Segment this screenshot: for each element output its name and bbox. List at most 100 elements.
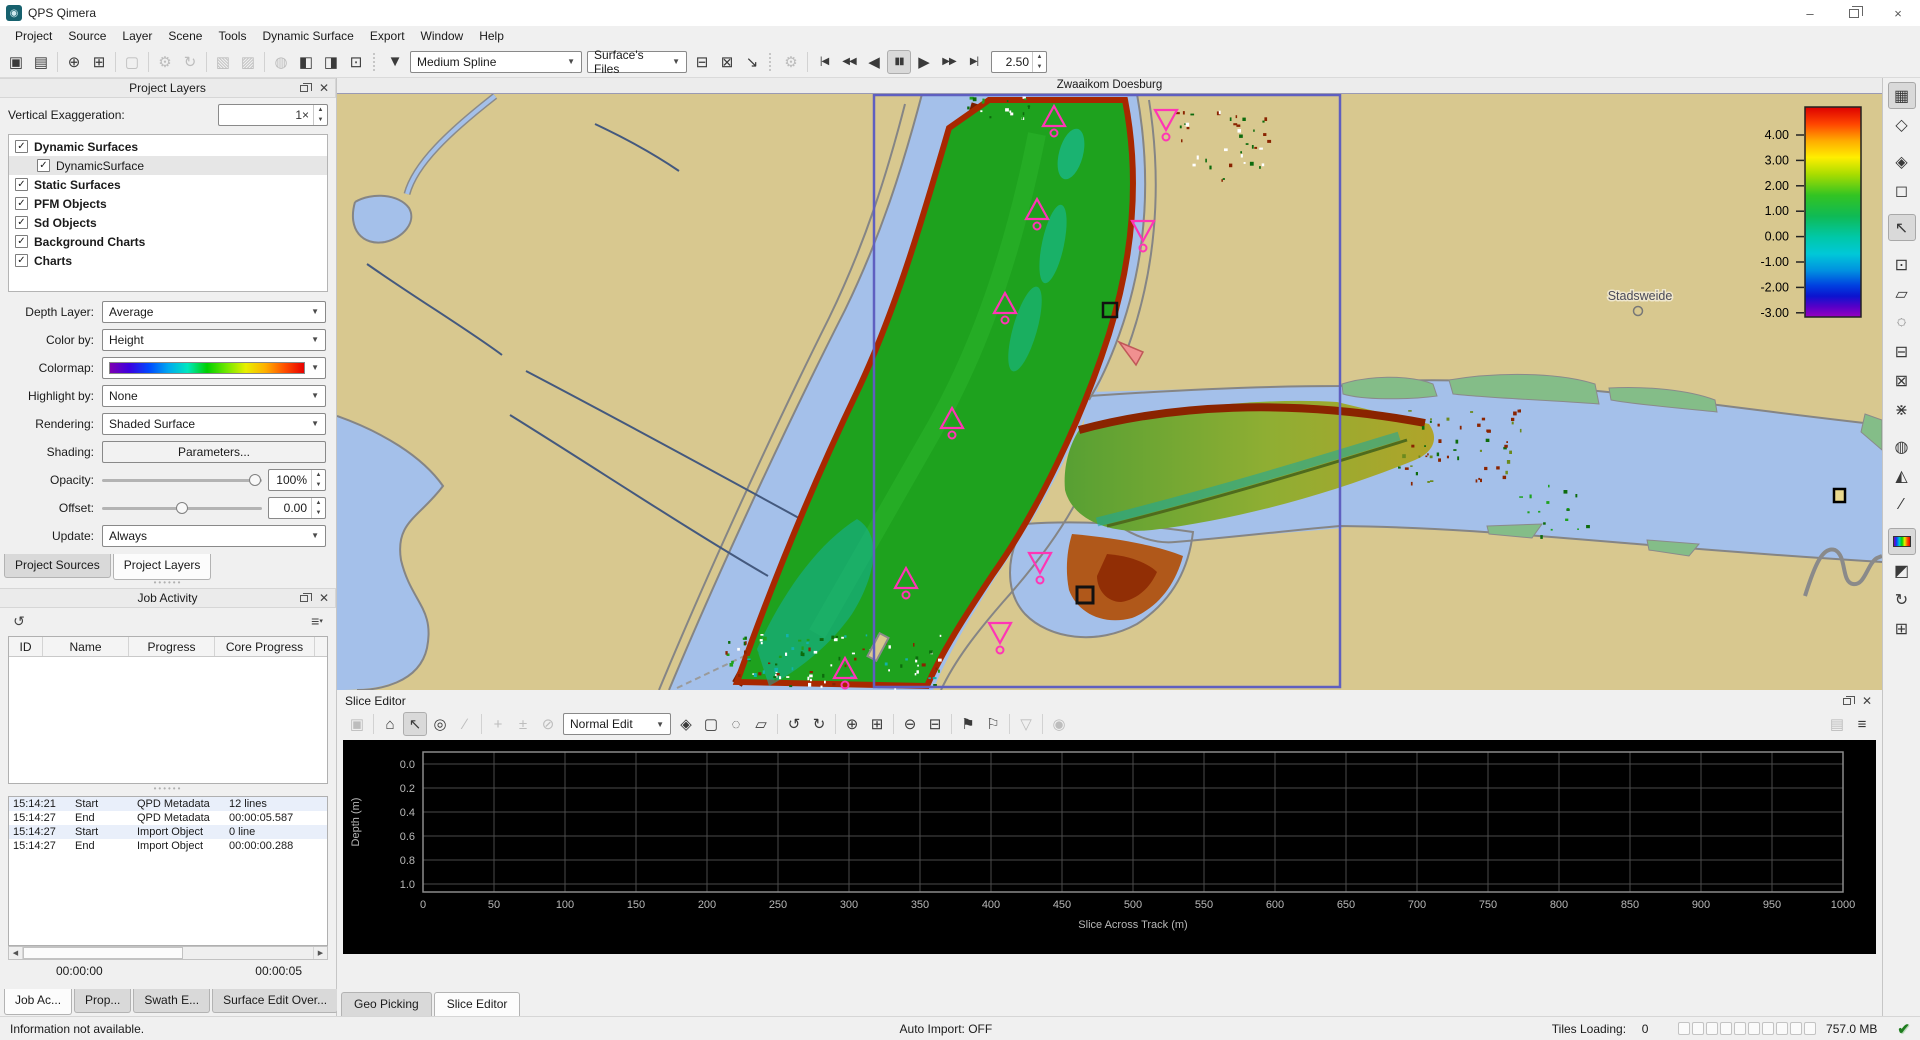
update-select[interactable]: Always▼ [102, 525, 326, 547]
menu-item-scene[interactable]: Scene [161, 27, 209, 45]
pick-circle-icon[interactable]: ⊘ [536, 712, 560, 736]
column-header-core-progress[interactable]: Core Progress [215, 637, 315, 656]
spline-filter-select[interactable]: Medium Spline ▼ [410, 51, 582, 73]
redo-icon[interactable]: ↻ [807, 712, 831, 736]
tab-swath-e[interactable]: Swath E... [133, 989, 210, 1013]
flag-forward-icon[interactable]: ⚑ [956, 712, 980, 736]
plan-view-icon[interactable]: ▦ [1888, 82, 1916, 109]
menu-item-export[interactable]: Export [363, 27, 412, 45]
swath-tool-icon[interactable]: ◨ [319, 50, 343, 74]
select-lasso-icon[interactable]: ◌ [724, 712, 748, 736]
layer-tree-item[interactable]: ✓Sd Objects [9, 213, 327, 232]
area-edit-icon[interactable]: ⊡ [344, 50, 368, 74]
polygon-select-icon[interactable]: ▱ [1888, 280, 1916, 307]
layer-checkbox[interactable]: ✓ [15, 216, 28, 229]
log-entry[interactable]: 15:14:27EndQPD Metadata00:00:05.587 [9, 811, 327, 825]
home-view-icon[interactable]: ⌂ [378, 712, 402, 736]
point-select-icon[interactable]: ⊡ [1888, 251, 1916, 278]
minimize-button[interactable]: – [1788, 0, 1832, 26]
tab-surface-edit-over[interactable]: Surface Edit Over... [212, 989, 338, 1013]
go-first-button[interactable]: |◀ [812, 50, 836, 74]
panel-splitter[interactable]: •••••• [0, 580, 336, 588]
scroll-right-icon[interactable]: ▶ [313, 947, 327, 959]
layer-tree-item[interactable]: ✓Dynamic Surfaces [9, 137, 327, 156]
layer-checkbox[interactable]: ✓ [15, 254, 28, 267]
layer-checkbox[interactable]: ✓ [15, 140, 28, 153]
map-canvas[interactable]: Stadsweide 4.003.002.001.000.00-1.00-2.0… [337, 94, 1882, 690]
float-panel-button[interactable] [1838, 693, 1856, 709]
highlight-by-select[interactable]: None▼ [102, 385, 326, 407]
close-panel-button[interactable]: ✕ [315, 80, 333, 96]
export-slice-icon[interactable]: ▤ [1825, 712, 1849, 736]
column-header-name[interactable]: Name [43, 637, 129, 656]
tab-project-sources[interactable]: Project Sources [4, 554, 111, 578]
undo-icon[interactable]: ↺ [782, 712, 806, 736]
float-panel-button[interactable] [295, 590, 313, 606]
menu-item-project[interactable]: Project [8, 27, 59, 45]
scroll-left-icon[interactable]: ◀ [9, 947, 23, 959]
drag-handle[interactable] [373, 53, 378, 71]
pick-snap-icon[interactable]: ± [511, 712, 535, 736]
commit-surface-icon[interactable]: ▧ [211, 50, 235, 74]
spinner-arrows[interactable]: ▲▼ [313, 105, 327, 125]
accept-soundings-icon[interactable]: ⊕ [840, 712, 864, 736]
layer-tree-item[interactable]: ✓Background Charts [9, 232, 327, 251]
menu-item-help[interactable]: Help [472, 27, 511, 45]
slice-tool-icon[interactable]: ◧ [294, 50, 318, 74]
float-panel-button[interactable] [295, 80, 313, 96]
tab-prop[interactable]: Prop... [74, 989, 131, 1013]
layer-checkbox[interactable]: ✓ [15, 178, 28, 191]
profile-chart-icon[interactable]: ◭ [1888, 462, 1916, 489]
pause-button[interactable]: ▮▮ [887, 50, 911, 74]
log-entry[interactable]: 15:14:27StartImport Object0 line [9, 825, 327, 839]
menu-item-dynamic-surface[interactable]: Dynamic Surface [255, 27, 360, 45]
close-panel-button[interactable]: ✕ [1858, 693, 1876, 709]
column-header-progress[interactable]: Progress [129, 637, 215, 656]
shading-parameters-button[interactable]: Parameters... [102, 441, 326, 463]
measure-icon[interactable]: ∕ [453, 712, 477, 736]
filter-icon[interactable]: ▽ [1014, 712, 1038, 736]
orbit-icon[interactable]: ↻ [1888, 586, 1916, 613]
log-entry[interactable]: 15:14:21StartQPD Metadata12 lines [9, 797, 327, 811]
select-cursor-icon[interactable]: ↖ [403, 712, 427, 736]
rewind-button[interactable]: ◀◀ [837, 50, 861, 74]
tab-job-ac[interactable]: Job Ac... [4, 989, 72, 1015]
lock-surface-icon[interactable]: ▨ [236, 50, 260, 74]
processing-settings-icon[interactable]: ⚙ [153, 50, 177, 74]
layer-checkbox[interactable]: ✓ [15, 235, 28, 248]
step-back-button[interactable]: ◀ [862, 50, 886, 74]
go-last-button[interactable]: ▶| [962, 50, 986, 74]
restore-button[interactable] [1832, 0, 1876, 26]
close-button[interactable]: × [1876, 0, 1920, 26]
job-menu-icon[interactable]: ≡▾ [306, 611, 328, 631]
mesh-3d-icon[interactable]: ◩ [1888, 557, 1916, 584]
offset-slider[interactable] [102, 501, 262, 515]
slice-select-icon[interactable]: ⊟ [1888, 338, 1916, 365]
column-header-id[interactable]: ID [9, 637, 43, 656]
zoom-extents-icon[interactable]: ◈ [1888, 148, 1916, 175]
tab-slice-editor[interactable]: Slice Editor [434, 992, 521, 1016]
lasso-select-icon[interactable]: ◌ [1888, 309, 1916, 336]
reprocess-icon[interactable]: ↻ [178, 50, 202, 74]
color-by-select[interactable]: Height▼ [102, 329, 326, 351]
opacity-spinner[interactable]: 100%▲▼ [268, 469, 326, 491]
pick-point-icon[interactable]: + [486, 712, 510, 736]
colormap-select[interactable]: ▼ [102, 357, 326, 379]
layer-checkbox[interactable]: ✓ [37, 159, 50, 172]
log-splitter[interactable]: •••••• [0, 786, 336, 794]
spinner-arrows[interactable]: ▲▼ [1032, 52, 1046, 72]
reject-block-icon[interactable]: ⊟ [923, 712, 947, 736]
slice-menu-icon[interactable]: ≡ [1850, 712, 1874, 736]
tab-geo-picking[interactable]: Geo Picking [341, 992, 432, 1016]
layer-tree-item[interactable]: ✓PFM Objects [9, 194, 327, 213]
menu-item-tools[interactable]: Tools [211, 27, 253, 45]
edit-mode-select[interactable]: Normal Edit ▼ [563, 713, 671, 735]
rendering-select[interactable]: Shaded Surface▼ [102, 413, 326, 435]
layer-checkbox[interactable]: ✓ [15, 197, 28, 210]
drag-handle[interactable] [769, 53, 774, 71]
cross-slice-icon[interactable]: ⊠ [1888, 367, 1916, 394]
log-entry[interactable]: 15:14:27EndImport Object00:00:00.288 [9, 839, 327, 853]
add-processed-points-icon[interactable]: ⊞ [87, 50, 111, 74]
flat-view-icon[interactable]: ◇ [1888, 111, 1916, 138]
fast-forward-button[interactable]: ▶▶ [937, 50, 961, 74]
